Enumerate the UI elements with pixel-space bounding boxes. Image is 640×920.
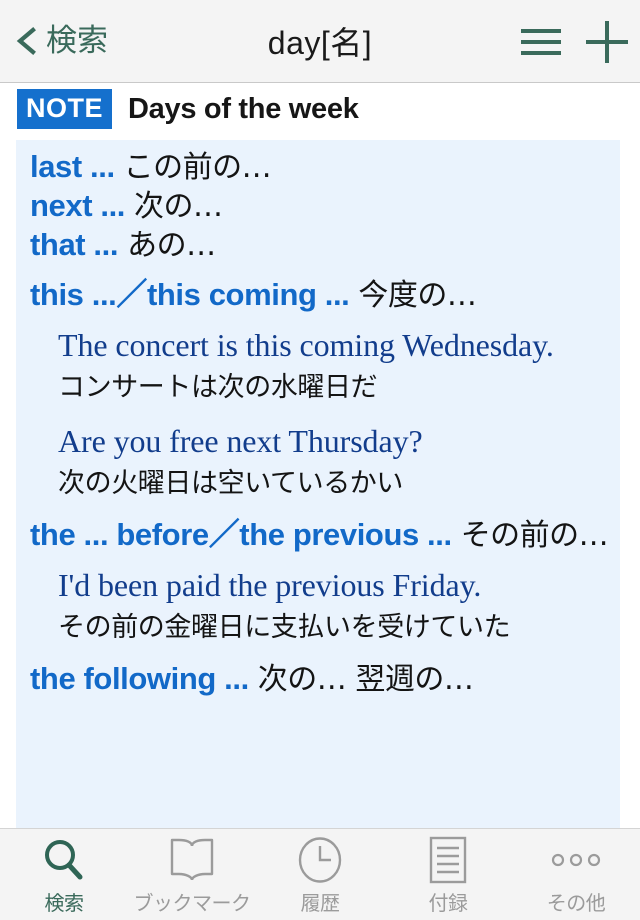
- example-english: I'd been paid the previous Friday.: [58, 567, 482, 604]
- tab-icon-wrap: [298, 837, 342, 883]
- document-lines-icon: [429, 836, 467, 884]
- example-japanese: コンサートは次の水曜日だ: [58, 371, 378, 403]
- entry-gloss: 次の… 翌週の…: [257, 662, 474, 698]
- tab-label: 付録: [428, 891, 469, 915]
- entry-headword: that ...: [30, 227, 119, 262]
- tab-more[interactable]: その他: [512, 829, 640, 920]
- tab-label: ブックマーク: [133, 891, 252, 915]
- entry-gloss: 今度の…: [358, 278, 477, 313]
- entry-gloss: その前の…: [460, 518, 609, 554]
- back-button[interactable]: 検索: [14, 0, 108, 82]
- note-title: Days of the week: [128, 92, 359, 125]
- book-icon: [170, 838, 214, 881]
- note-badge: NOTE: [17, 89, 113, 129]
- entry-row[interactable]: next ... 次の…: [16, 190, 620, 222]
- entry-headword: last ...: [30, 149, 115, 184]
- navigation-bar: 検索 day[名]: [0, 0, 640, 83]
- note-header: NOTE Days of the week: [0, 84, 640, 134]
- tab-label: 検索: [44, 891, 85, 915]
- entry-row[interactable]: that ... あの…: [16, 229, 620, 261]
- example-block[interactable]: Are you free next Thursday? 次の火曜日は空いているか…: [16, 421, 620, 501]
- back-button-label: 検索: [46, 22, 108, 58]
- search-icon: [45, 840, 83, 880]
- entry-row[interactable]: the following ... 次の… 翌週の…: [16, 663, 620, 695]
- tab-label: その他: [546, 891, 606, 915]
- entry-row[interactable]: last ... この前の…: [16, 151, 620, 183]
- tab-history[interactable]: 履歴: [256, 829, 384, 920]
- example-japanese: その前の金曜日に支払いを受けていた: [58, 612, 511, 644]
- entry-row[interactable]: this ...／this coming ... 今度の…: [16, 279, 620, 311]
- entry-headword: the ... before／the previous ...: [30, 517, 452, 553]
- tab-icon-wrap: [168, 837, 216, 883]
- tab-bookmark[interactable]: ブックマーク: [128, 829, 256, 920]
- nav-actions: [508, 0, 640, 83]
- example-block[interactable]: I'd been paid the previous Friday. その前の金…: [16, 565, 620, 645]
- example-japanese: 次の火曜日は空いているかい: [58, 468, 403, 499]
- menu-button[interactable]: [508, 9, 574, 75]
- ellipsis-icon: [551, 853, 601, 867]
- entry-row[interactable]: the ... before／the previous ... その前の…: [16, 519, 620, 551]
- note-content-panel[interactable]: last ... この前の… next ... 次の… that ... あの… th…: [16, 140, 620, 828]
- add-button[interactable]: [574, 9, 640, 75]
- example-block[interactable]: The concert is this coming Wednesday. コン…: [16, 325, 620, 405]
- plus-icon: [586, 20, 628, 63]
- hamburger-menu-icon: [521, 28, 561, 55]
- example-english: Are you free next Thursday?: [58, 423, 423, 460]
- tab-bar: 検索 ブックマーク 履歴 付録 その他: [0, 828, 640, 920]
- tab-icon-wrap: [550, 837, 602, 883]
- example-english: The concert is this coming Wednesday.: [58, 327, 554, 363]
- entry-headword: this ...／this coming ...: [30, 277, 350, 312]
- entry-gloss: 次の…: [134, 189, 223, 224]
- chevron-left-icon: [16, 27, 36, 55]
- entry-gloss: この前の…: [123, 150, 272, 185]
- entry-headword: next ...: [30, 188, 125, 223]
- tab-icon-wrap: [41, 837, 87, 883]
- entry-gloss: あの…: [127, 228, 216, 263]
- tab-icon-wrap: [429, 836, 467, 884]
- tab-appendix[interactable]: 付録: [384, 829, 512, 920]
- tab-label: 履歴: [300, 891, 341, 915]
- clock-icon: [298, 837, 342, 883]
- entry-headword: the following ...: [30, 661, 249, 697]
- tab-search[interactable]: 検索: [0, 829, 128, 920]
